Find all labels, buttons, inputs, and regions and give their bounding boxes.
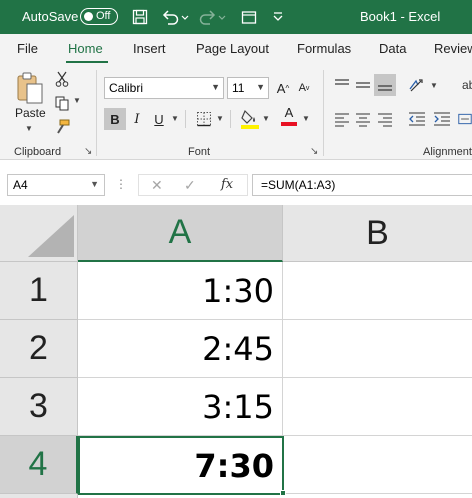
cell-b3[interactable] — [283, 378, 472, 436]
cell-a4[interactable]: 7:30 — [78, 436, 284, 495]
tab-file[interactable]: File — [17, 41, 38, 56]
tab-insert[interactable]: Insert — [133, 41, 166, 56]
underline-dropdown-icon[interactable]: ▼ — [171, 114, 179, 123]
italic-button[interactable]: I — [126, 108, 148, 130]
cell-b2[interactable] — [283, 320, 472, 378]
row-header-2[interactable]: 2 — [0, 320, 78, 378]
autosave-toggle[interactable]: Off — [80, 8, 118, 25]
autosave-label: AutoSave — [22, 9, 79, 24]
alignment-group-label: Alignment — [423, 146, 472, 158]
fill-color-icon[interactable] — [240, 108, 260, 130]
active-tab-indicator — [66, 61, 108, 63]
name-box-value: A4 — [13, 178, 28, 192]
row-header-4[interactable]: 4 — [0, 436, 78, 494]
underline-button[interactable]: U — [148, 108, 170, 130]
bold-button[interactable]: B — [104, 108, 126, 130]
orientation-dropdown-icon[interactable]: ▼ — [430, 81, 438, 90]
toggle-state-text: Off — [96, 10, 111, 22]
merge-center-icon[interactable] — [458, 110, 472, 128]
cell-a2[interactable]: 2:45 — [78, 320, 283, 378]
worksheet-grid: A B 1 2 3 4 1:30 2:45 3:15 7:30 — [0, 205, 472, 498]
enter-icon[interactable]: ✓ — [184, 177, 196, 194]
tab-home[interactable]: Home — [68, 41, 103, 56]
align-right-icon[interactable] — [376, 110, 394, 128]
column-header-b[interactable]: B — [283, 205, 472, 262]
name-box[interactable]: A4 ▼ — [7, 174, 105, 196]
font-name-select[interactable]: Calibri ▼ — [104, 77, 224, 99]
tab-data[interactable]: Data — [379, 41, 406, 56]
excel-window: AutoSave Off Book1 - Excel File Home Ins… — [0, 0, 472, 498]
font-launcher-icon[interactable]: ↘ — [310, 146, 318, 157]
row-header-3[interactable]: 3 — [0, 378, 78, 436]
fill-color-dropdown-icon[interactable]: ▼ — [262, 114, 270, 123]
tab-page-layout[interactable]: Page Layout — [196, 41, 269, 56]
wrap-text-icon[interactable]: ab — [462, 78, 472, 92]
paste-label[interactable]: Paste — [15, 106, 46, 120]
middle-align-icon[interactable] — [354, 76, 372, 94]
window-icon[interactable] — [240, 7, 258, 27]
font-size-value: 11 — [232, 81, 245, 95]
select-all-corner[interactable] — [0, 205, 78, 262]
decrease-indent-icon[interactable] — [407, 110, 427, 128]
decrease-font-size-icon[interactable]: Av — [293, 77, 315, 99]
cancel-icon[interactable]: ✕ — [151, 177, 163, 194]
ribbon-separator — [323, 70, 324, 156]
borders-dropdown-icon[interactable]: ▼ — [216, 114, 224, 123]
tab-review[interactable]: Review — [434, 41, 472, 56]
formula-controls: ✕ ✓ fx — [138, 174, 248, 196]
font-color-glyph: A — [284, 105, 294, 120]
formula-input[interactable]: =SUM(A1:A3) — [252, 174, 472, 196]
font-color-dropdown-icon[interactable]: ▼ — [302, 114, 310, 123]
increase-indent-icon[interactable] — [432, 110, 452, 128]
ribbon-separator — [96, 70, 97, 156]
paste-dropdown-icon[interactable]: ▼ — [25, 124, 33, 133]
clipboard-launcher-icon[interactable]: ↘ — [84, 146, 92, 157]
font-group-label: Font — [188, 146, 211, 158]
fill-handle[interactable] — [280, 490, 286, 496]
undo-icon[interactable] — [160, 7, 190, 27]
customize-toolbar-icon[interactable] — [268, 7, 288, 27]
save-icon[interactable] — [130, 7, 150, 27]
copy-dropdown-icon[interactable]: ▼ — [73, 96, 81, 105]
borders-icon[interactable] — [195, 110, 213, 128]
top-align-icon[interactable] — [333, 76, 351, 94]
row-header-5[interactable] — [0, 494, 78, 498]
formula-bar: A4 ▼ ⋮ ✕ ✓ fx =SUM(A1:A3) — [0, 168, 472, 200]
insert-function-icon[interactable]: fx — [221, 177, 233, 192]
copy-icon[interactable] — [53, 94, 71, 112]
title-bar: AutoSave Off Book1 - Excel — [0, 0, 472, 34]
cell-b1[interactable] — [283, 262, 472, 320]
align-center-icon[interactable] — [354, 110, 372, 128]
bottom-align-icon[interactable] — [374, 74, 396, 96]
font-size-select[interactable]: 11 ▼ — [227, 77, 269, 99]
orientation-icon[interactable] — [407, 76, 429, 94]
paste-icon[interactable] — [14, 70, 46, 106]
column-header-a[interactable]: A — [78, 205, 283, 262]
cell-a1[interactable]: 1:30 — [78, 262, 283, 320]
font-color-button[interactable]: A — [278, 105, 300, 127]
divider — [230, 110, 231, 128]
cell-a3[interactable]: 3:15 — [78, 378, 283, 436]
divider — [185, 110, 186, 128]
ribbon-tabs: File Home Insert Page Layout Formulas Da… — [0, 34, 472, 64]
document-title: Book1 - Excel — [360, 9, 441, 24]
chevron-down-icon: ▼ — [90, 179, 99, 189]
increase-font-size-icon[interactable]: A ^ — [272, 77, 294, 99]
format-painter-icon[interactable] — [53, 118, 71, 136]
redo-icon[interactable] — [198, 7, 228, 27]
chevron-down-icon: ▼ — [256, 82, 265, 92]
tab-formulas[interactable]: Formulas — [297, 41, 351, 56]
toggle-knob — [84, 12, 93, 21]
font-name-value: Calibri — [109, 81, 144, 95]
cut-icon[interactable] — [54, 70, 70, 88]
ribbon: Paste ▼ ▼ Clipboard ↘ Calibri ▼ 11 ▼ A ^ … — [0, 64, 472, 160]
cell-b4[interactable] — [284, 436, 472, 494]
align-left-icon[interactable] — [333, 110, 351, 128]
row-header-1[interactable]: 1 — [0, 262, 78, 320]
clipboard-group-label: Clipboard — [14, 146, 62, 158]
chevron-down-icon: ▼ — [211, 82, 220, 92]
font-color-swatch — [281, 122, 297, 126]
drag-handle-icon[interactable]: ⋮ — [115, 177, 127, 191]
